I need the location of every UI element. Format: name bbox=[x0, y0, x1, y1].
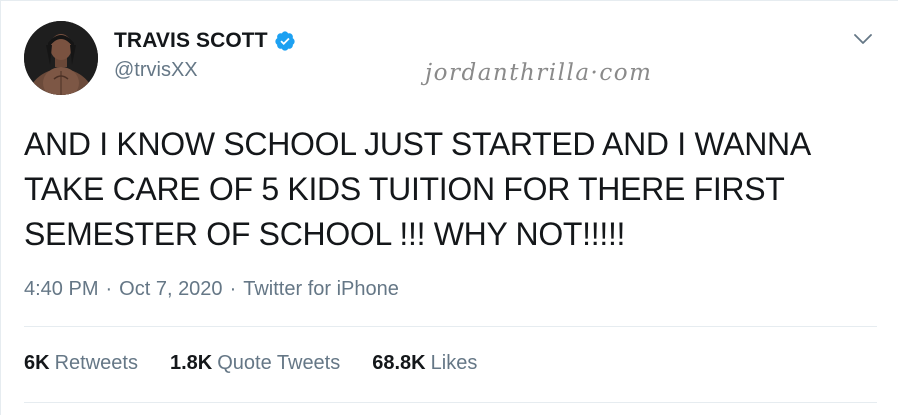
likes-label: Likes bbox=[430, 352, 478, 374]
likes-stat[interactable]: 68.8K Likes bbox=[372, 352, 477, 375]
tweet-text: AND I KNOW SCHOOL JUST STARTED AND I WAN… bbox=[24, 122, 884, 257]
chevron-down-icon[interactable] bbox=[849, 25, 877, 53]
tweet-metadata: 4:40 PM · Oct 7, 2020 · Twitter for iPho… bbox=[24, 278, 399, 301]
tweet-date[interactable]: Oct 7, 2020 bbox=[119, 278, 222, 301]
watermark-text: jordanthrilla·com bbox=[425, 60, 653, 86]
avatar-image bbox=[24, 21, 98, 95]
tweet-card: TRAVIS SCOTT @trvisXX jordanthrilla·com … bbox=[0, 0, 898, 415]
tweet-source[interactable]: Twitter for iPhone bbox=[243, 278, 399, 301]
retweets-label: Retweets bbox=[54, 352, 138, 374]
quote-tweets-label: Quote Tweets bbox=[217, 352, 341, 374]
meta-separator: · bbox=[105, 278, 113, 300]
quote-tweets-stat[interactable]: 1.8K Quote Tweets bbox=[170, 352, 340, 375]
divider bbox=[24, 402, 877, 403]
meta-separator: · bbox=[229, 278, 237, 300]
author-display-name[interactable]: TRAVIS SCOTT bbox=[114, 29, 268, 53]
verified-badge-icon bbox=[274, 30, 296, 52]
author-handle[interactable]: @trvisXX bbox=[114, 59, 198, 82]
retweets-count: 6K bbox=[24, 352, 50, 374]
tweet-text-line: TAKE CARE OF 5 KIDS TUITION FOR THERE FI… bbox=[24, 171, 785, 207]
tweet-text-line: AND I KNOW SCHOOL JUST STARTED AND I WAN… bbox=[24, 126, 811, 162]
avatar[interactable] bbox=[24, 21, 98, 95]
tweet-time[interactable]: 4:40 PM bbox=[24, 278, 98, 301]
tweet-stats: 6K Retweets 1.8K Quote Tweets 68.8K Like… bbox=[24, 352, 509, 375]
quote-tweets-count: 1.8K bbox=[169, 352, 213, 374]
retweets-stat[interactable]: 6K Retweets bbox=[24, 352, 138, 375]
likes-count: 68.8K bbox=[372, 352, 426, 374]
divider bbox=[24, 326, 877, 327]
tweet-text-line: SEMESTER OF SCHOOL !!! WHY NOT!!!!! bbox=[24, 216, 626, 252]
author-name-row[interactable]: TRAVIS SCOTT bbox=[114, 28, 296, 54]
